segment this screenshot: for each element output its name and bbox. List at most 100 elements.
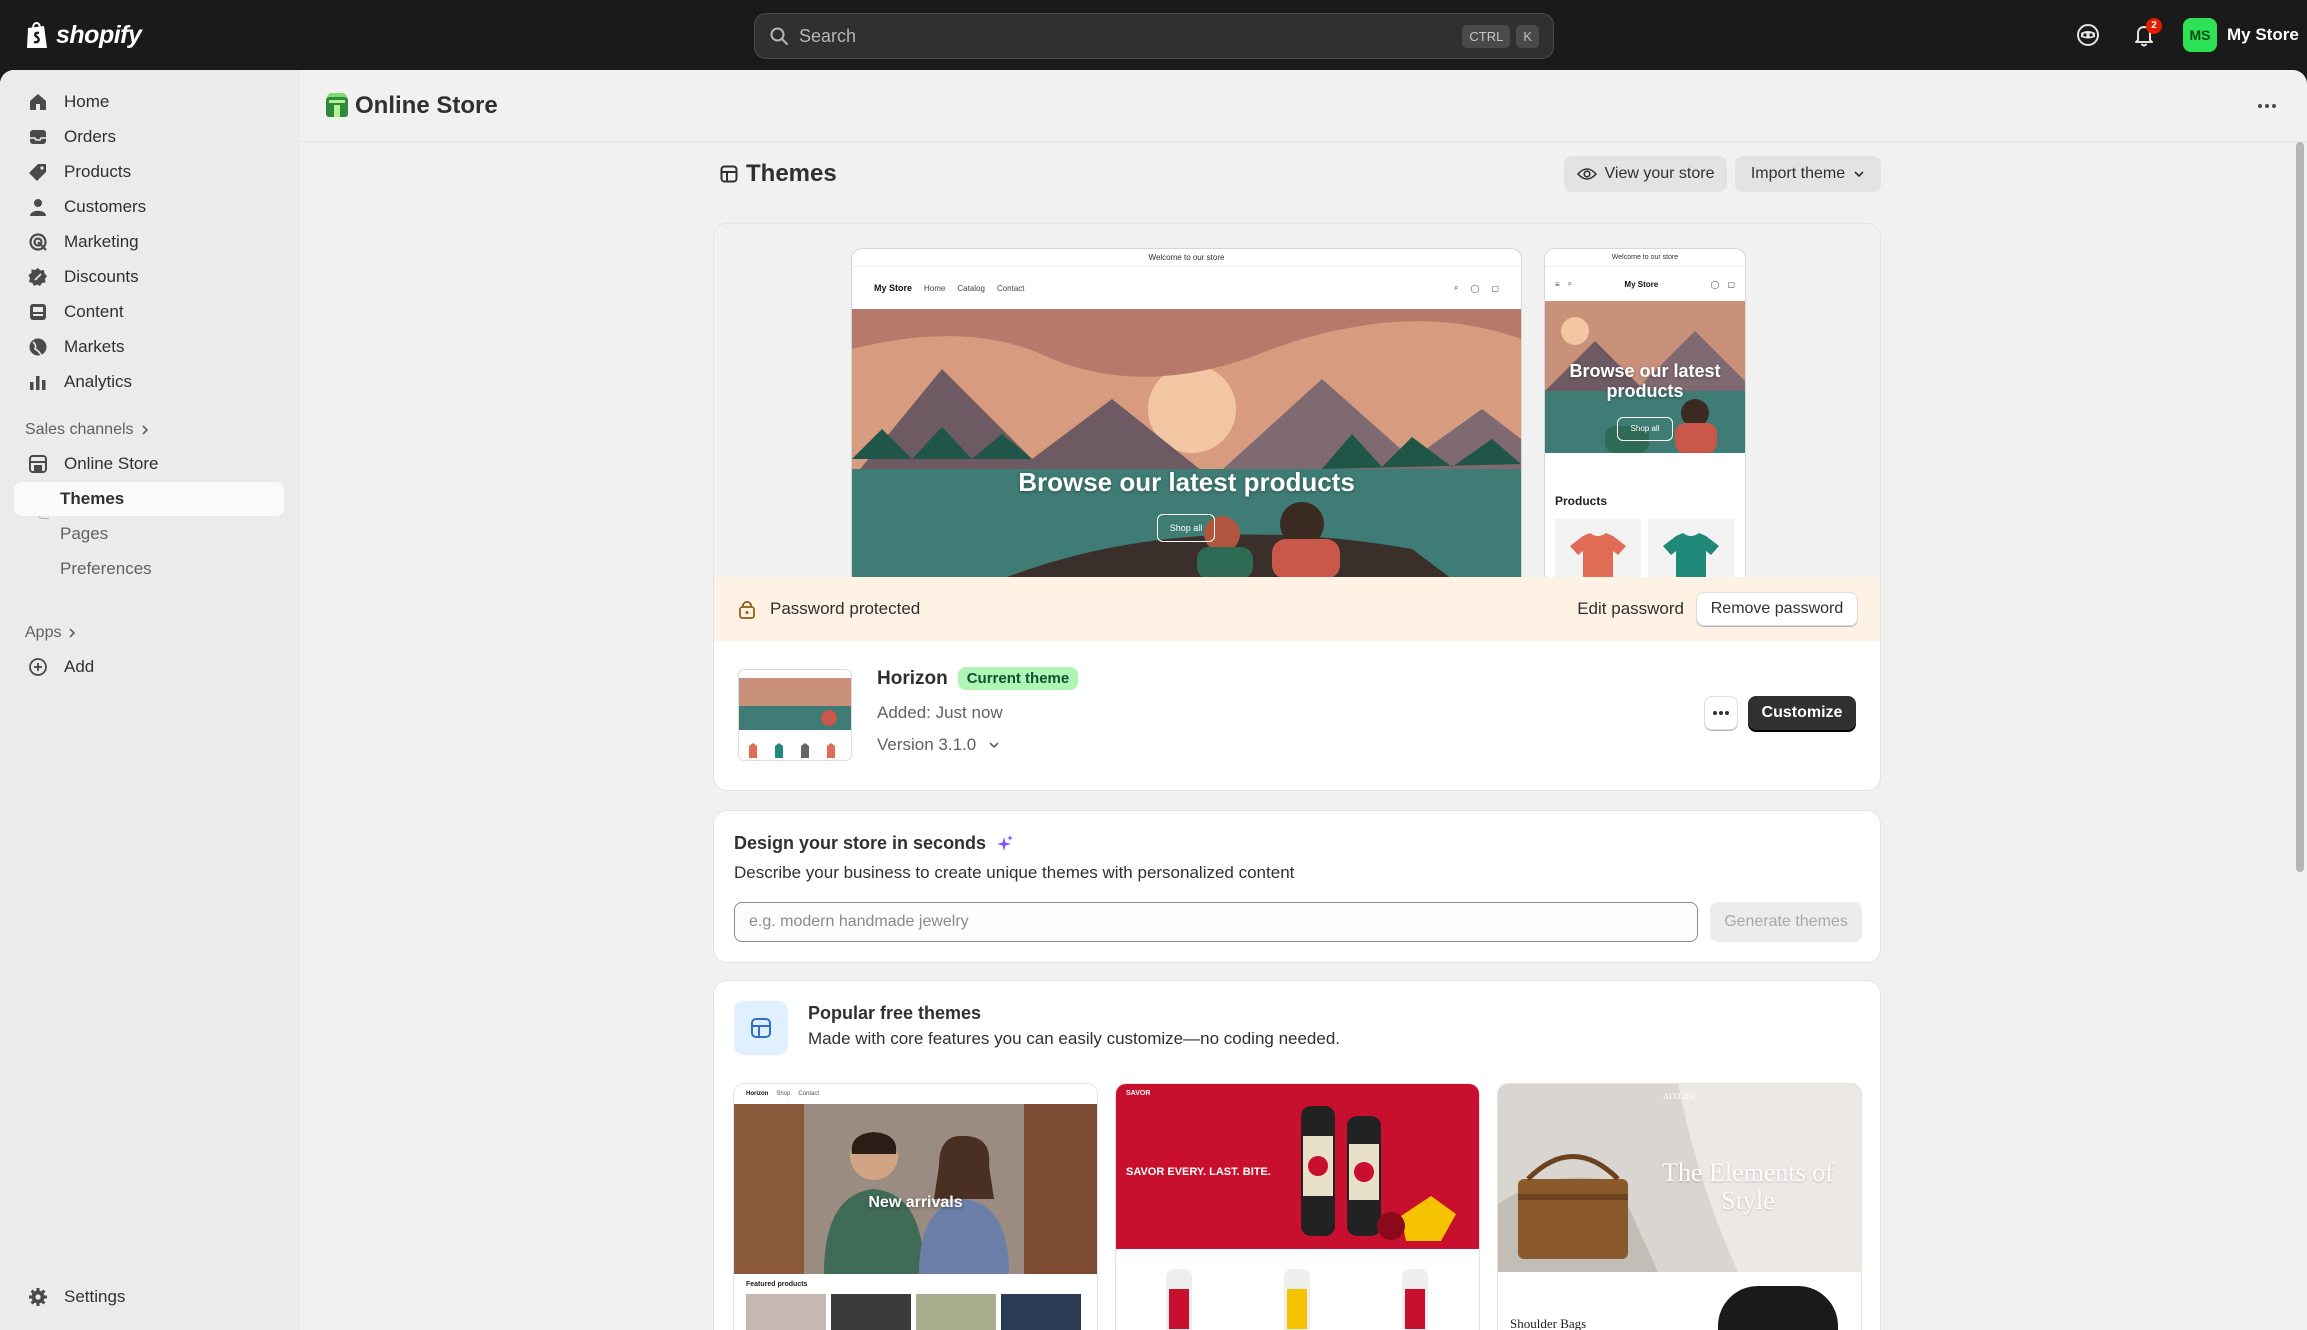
popular-themes-icon-tile — [734, 1001, 788, 1055]
preview-shop-all-button: Shop all — [1157, 514, 1215, 542]
more-options-icon[interactable] — [2255, 96, 2279, 116]
sidebar-item-content[interactable]: Content — [14, 295, 284, 329]
tshirt-red-icon — [1570, 533, 1626, 579]
preview-nav-link: Catalog — [957, 283, 985, 293]
savor-hero: SAVOR SAVOR EVERY. LAST. BITE. — [1116, 1084, 1479, 1249]
discount-icon — [28, 268, 47, 286]
chevron-right-icon — [141, 425, 148, 435]
sidebar-item-preferences[interactable]: Preferences — [14, 552, 284, 586]
new-arrivals-photo — [734, 1104, 1097, 1274]
mobile-preview: Welcome to our store ≡ ⌕ My Store ◯ ▢ Br… — [1545, 249, 1745, 579]
preview-search-icon: ⌕ — [1454, 283, 1459, 292]
store-menu[interactable]: MS My Store — [2183, 18, 2299, 52]
theme-grid-icon — [751, 1018, 771, 1038]
sidebar-item-settings[interactable]: Settings — [14, 1280, 284, 1314]
current-theme-badge: Current theme — [957, 667, 1079, 690]
plus-circle-icon — [29, 658, 47, 676]
chevron-down-icon — [1854, 171, 1864, 178]
sidebar-item-products[interactable]: Products — [14, 155, 284, 189]
theme-card-hero-text: New arrivals — [868, 1194, 963, 1211]
sidebar-item-marketing[interactable]: Marketing — [14, 225, 284, 259]
import-theme-label: Import theme — [1750, 165, 1846, 182]
sidebar-item-label: Analytics — [64, 372, 133, 391]
chevron-right-icon — [69, 628, 76, 638]
sidebar-item-label: Online Store — [64, 454, 159, 473]
sidebar-item-label: Marketing — [64, 232, 139, 251]
page-title: Online Store — [325, 92, 498, 120]
theme-card-nav: Horizon Shop Contact — [734, 1084, 1097, 1104]
apps-header[interactable]: Apps — [25, 624, 77, 642]
free-theme-card-atelier[interactable]: ATELIER The Elements of Style Shoulder B… — [1498, 1084, 1861, 1330]
page-title-text: Online Store — [355, 92, 498, 119]
sidebar-item-label: Themes — [60, 489, 125, 508]
sidebar-item-pages[interactable]: Pages — [14, 517, 284, 551]
sidebar-item-add[interactable]: Add — [14, 650, 284, 684]
sidebar-item-customers[interactable]: Customers — [14, 190, 284, 224]
product-tile — [746, 1294, 826, 1330]
page-header: Online Store — [300, 70, 2307, 142]
shopify-wordmark: shopify — [56, 20, 142, 49]
sales-channels-header[interactable]: Sales channels — [25, 421, 150, 439]
import-theme-button[interactable]: Import theme — [1735, 156, 1881, 192]
preview-nav: My Store Home Catalog Contact ⌕ ◯ ▢ — [852, 267, 1521, 309]
sidebar-item-markets[interactable]: Markets — [14, 330, 284, 364]
preview-announcement: Welcome to our store — [852, 249, 1521, 267]
scrollbar[interactable] — [2295, 142, 2305, 1330]
design-title: Design your store in seconds — [734, 833, 987, 853]
theme-card-brand: SAVOR — [1126, 1090, 1151, 1097]
sidebar-item-themes[interactable]: Themes — [14, 482, 284, 516]
view-store-button[interactable]: View your store — [1564, 156, 1727, 192]
shortcut-ctrl: CTRL — [1462, 24, 1511, 48]
preview-nav-link: Contact — [996, 283, 1025, 293]
free-theme-card-horizon[interactable]: Horizon Shop Contact New arrivals Featur… — [734, 1084, 1097, 1330]
sidebar-item-analytics[interactable]: Analytics — [14, 365, 284, 399]
sidebar-item-online-store[interactable]: Online Store — [14, 447, 284, 481]
online-store-app-icon — [326, 93, 348, 117]
tag-icon — [29, 164, 46, 181]
preview-hero-heading: Browse our latest products — [1018, 467, 1355, 497]
sidebar-item-orders[interactable]: Orders — [14, 120, 284, 154]
view-store-label: View your store — [1604, 165, 1715, 182]
desktop-preview: Welcome to our store My Store Home Catal… — [852, 249, 1521, 579]
preview-store-name: My Store — [874, 283, 913, 293]
mobile-preview-nav: ≡ ⌕ My Store ◯ ▢ — [1545, 267, 1745, 301]
preview-cart-icon: ▢ — [1727, 279, 1735, 289]
gear-icon — [29, 1288, 47, 1306]
sidebar-item-home[interactable]: Home — [14, 85, 284, 119]
edit-password-link[interactable]: Edit password — [1577, 599, 1684, 619]
tshirt-teal-icon — [1663, 533, 1719, 579]
theme-preview[interactable]: Welcome to our store My Store Home Catal… — [714, 224, 1880, 579]
popular-themes-description: Made with core features you can easily c… — [808, 1029, 1341, 1048]
shopify-logo[interactable]: shopify — [24, 20, 142, 50]
design-title-row: Design your store in seconds — [734, 833, 1014, 854]
input-placeholder: e.g. modern handmade jewelry — [749, 913, 969, 930]
current-theme-thumbnail[interactable] — [738, 669, 852, 761]
main-content: Online Store Themes View your store Impo… — [300, 70, 2307, 1330]
sidekick-icon[interactable] — [2073, 20, 2103, 50]
sidebar-item-label: Content — [64, 302, 124, 321]
product-tile — [1001, 1294, 1081, 1330]
chevron-down-icon — [989, 742, 999, 749]
theme-actions-button[interactable] — [1704, 696, 1738, 730]
content-icon — [30, 304, 46, 320]
store-name: My Store — [2227, 25, 2299, 44]
preview-announcement: Welcome to our store — [1545, 249, 1745, 267]
more-horizontal-icon — [1713, 711, 1729, 715]
theme-version-selector[interactable]: Version 3.1.0 — [877, 735, 1000, 755]
preview-account-icon: ◯ — [1470, 283, 1480, 293]
lock-icon — [739, 600, 755, 619]
business-description-input[interactable]: e.g. modern handmade jewelry — [734, 902, 1698, 942]
sidebar-item-label: Add — [64, 657, 95, 676]
chart-icon — [30, 376, 46, 390]
scrollbar-thumb[interactable] — [2296, 142, 2304, 872]
top-bar: shopify Search CTRL K 2 MS My Store — [0, 0, 2307, 70]
free-theme-card-savor[interactable]: SAVOR SAVOR EVERY. LAST. BITE. — [1116, 1084, 1479, 1330]
customize-button[interactable]: Customize — [1748, 696, 1856, 730]
remove-password-button[interactable]: Remove password — [1696, 592, 1858, 626]
sidebar-item-discounts[interactable]: Discounts — [14, 260, 284, 294]
target-icon — [29, 233, 47, 251]
themes-title: Themes — [746, 160, 837, 187]
generate-themes-button[interactable]: Generate themes — [1710, 902, 1862, 942]
search-bar[interactable]: Search CTRL K — [754, 13, 1554, 59]
sidebar-item-label: Home — [64, 92, 110, 111]
